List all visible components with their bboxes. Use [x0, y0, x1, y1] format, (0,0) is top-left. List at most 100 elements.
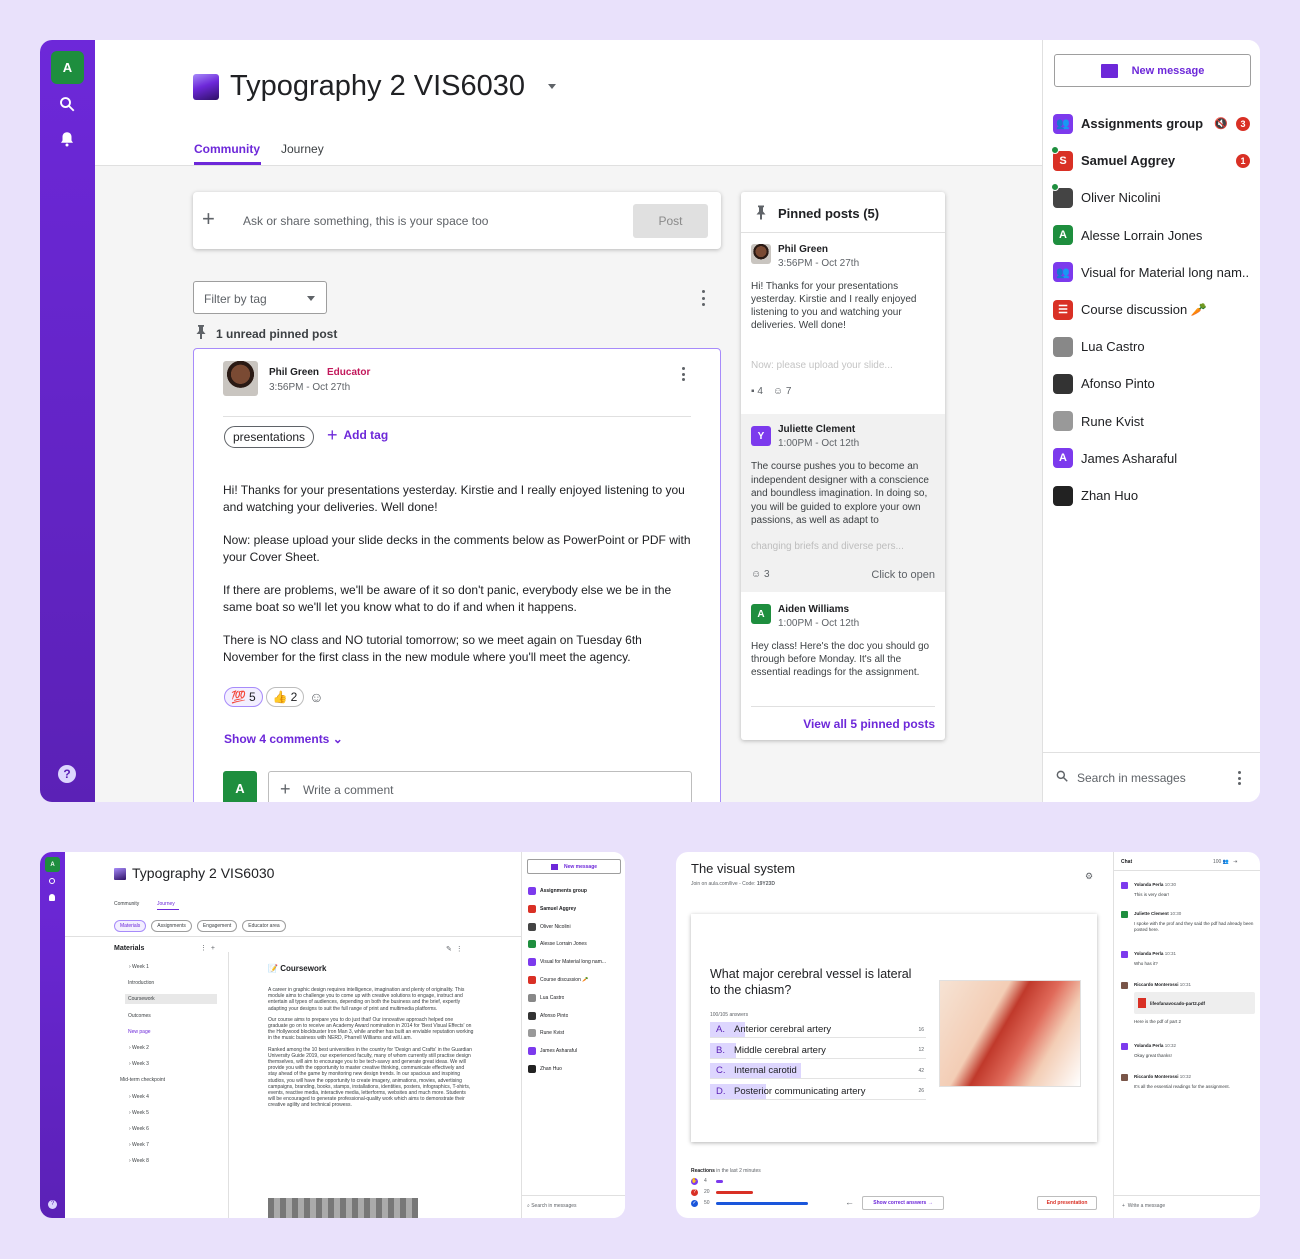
tree-item[interactable]: › Week 6 [126, 1124, 217, 1134]
tab-journey[interactable]: Journey [281, 142, 324, 156]
conversation-item[interactable]: Alesse Lorrain Jones [528, 936, 587, 952]
pinned-card[interactable]: Phil Green 3:56PM - Oct 27th Hi! Thanks … [741, 240, 945, 410]
pinned-card[interactable]: A Aiden Williams 1:00PM - Oct 12th Hey c… [741, 594, 945, 704]
plus-icon[interactable]: + [202, 208, 215, 230]
conversation-item[interactable]: 👥 Visual for Material long nam... [1053, 254, 1250, 291]
tab-community[interactable]: Community [114, 901, 139, 907]
pinned-stats: ▪ 4 ☺ 7 [751, 386, 791, 397]
chat-author-name: Yolanda Perla [1134, 951, 1164, 956]
tree-item[interactable]: › Week 4 [126, 1092, 217, 1102]
tree-item[interactable]: › Week 3 [126, 1059, 217, 1069]
conversation-item[interactable]: James Asharaful [528, 1043, 577, 1059]
tree-item[interactable]: › Week 1 [126, 962, 217, 972]
tree-item[interactable]: › Week 7 [126, 1140, 217, 1150]
chat-input[interactable]: + Write a message [1122, 1203, 1165, 1209]
conversation-item[interactable]: 👥 Assignments group 🔇 3 [1053, 105, 1250, 142]
feed-more-icon[interactable] [702, 290, 706, 306]
help-icon[interactable]: ? [48, 1200, 57, 1209]
view-all-pinned-link[interactable]: View all 5 pinned posts [803, 717, 935, 731]
chip-materials[interactable]: Materials [114, 920, 147, 932]
search-icon[interactable] [49, 878, 55, 884]
tree-item[interactable]: Coursework [125, 994, 217, 1005]
reaction-100[interactable]: 💯 5 [224, 687, 263, 707]
post-button[interactable]: Post [633, 204, 708, 238]
chip-assignments[interactable]: Assignments [151, 920, 192, 932]
add-tag-button[interactable]: + Add tag [327, 426, 388, 444]
chat-file[interactable]: lifeofanavocado-part2.pdf [1134, 992, 1255, 1014]
conversation-item[interactable]: Lua Castro [528, 990, 564, 1006]
tag-chip[interactable]: presentations [224, 426, 315, 448]
post-more-icon[interactable] [682, 367, 686, 381]
conversation-item[interactable]: Assignments group [528, 883, 587, 899]
chat-time: 10:32 [1178, 1074, 1192, 1079]
conversation-item[interactable]: Rune Kvist [1053, 403, 1250, 440]
search-icon[interactable] [57, 94, 77, 114]
chip-educator-area[interactable]: Educator area [242, 920, 286, 932]
end-presentation-button[interactable]: End presentation [1037, 1196, 1097, 1210]
conversation-item[interactable]: Oliver Nicolini [1051, 179, 1250, 216]
user-avatar[interactable]: A [45, 857, 60, 872]
pinned-card-hover[interactable]: Y Juliette Clement 1:00PM - Oct 12th The… [741, 414, 945, 592]
conversation-item[interactable]: S Samuel Aggrey 1 [1051, 142, 1250, 179]
show-comments-link[interactable]: Show 4 comments ⌄ [224, 732, 343, 746]
conversation-item[interactable]: Samuel Aggrey [528, 901, 576, 917]
tree-item[interactable]: Outcomes [125, 1011, 217, 1021]
show-correct-button[interactable]: Show correct answers → [862, 1196, 944, 1210]
materials-actions[interactable]: ⋮ + [200, 944, 215, 952]
conversation-item[interactable]: Zhan Huo [1053, 477, 1250, 514]
settings-icon[interactable]: ⚙ [1085, 871, 1093, 882]
click-to-open[interactable]: Click to open [871, 569, 935, 581]
conversation-item[interactable]: A Alesse Lorrain Jones [1053, 217, 1250, 254]
tree-item[interactable]: Mid-term checkpoint [117, 1075, 217, 1085]
composer-placeholder[interactable]: Ask or share something, this is your spa… [243, 214, 488, 228]
course-dropdown-icon[interactable] [548, 84, 556, 89]
conversation-item[interactable]: Visual for Material long nam... [528, 954, 606, 970]
tree-item[interactable]: Introduction [125, 978, 217, 988]
conversation-item[interactable]: Zhan Huo [528, 1061, 562, 1077]
bell-icon[interactable] [49, 894, 55, 901]
tree-item[interactable]: New page [125, 1027, 217, 1037]
filter-by-tag-select[interactable]: Filter by tag [193, 281, 327, 314]
conversation-item[interactable]: Afonso Pinto [1053, 365, 1250, 402]
tab-community[interactable]: Community [194, 142, 260, 156]
back-arrow-icon[interactable]: ← [845, 1197, 854, 1207]
contact-avatar [528, 1011, 536, 1020]
tree-item[interactable]: › Week 8 [126, 1156, 217, 1166]
chat-time: 10:30 [1163, 882, 1176, 887]
bell-icon[interactable] [57, 129, 77, 149]
tab-journey[interactable]: Journey [157, 901, 175, 907]
conversation-item[interactable]: ☰ Course discussion 🥕 [1053, 291, 1250, 328]
answer-option[interactable]: B. Middle cerebral artery 12 [710, 1042, 926, 1059]
answer-option[interactable]: D. Posterior communicating artery 26 [710, 1083, 926, 1100]
chip-engagement[interactable]: Engagement [196, 920, 238, 932]
answer-option[interactable]: C. Internal carotid 42 [710, 1063, 926, 1079]
conversation-item[interactable]: Rune Kvist [528, 1025, 564, 1041]
answer-option[interactable]: A. Anterior cerebral artery 16 [710, 1022, 926, 1038]
post-body: Hi! Thanks for your presentations yester… [223, 482, 693, 666]
add-reaction-icon[interactable]: ☺ [309, 689, 323, 705]
conversation-item[interactable]: Oliver Nicolini [528, 919, 571, 935]
search-messages-input[interactable]: ⌕ Search in messages [527, 1203, 577, 1209]
messages-more-icon[interactable] [1238, 771, 1242, 785]
pinned-author: Phil Green [778, 244, 829, 255]
author-avatar [751, 244, 771, 264]
user-avatar[interactable]: A [51, 51, 84, 84]
conversation-item[interactable]: Course discussion 🥕 [528, 972, 588, 988]
answer-letter: C. [716, 1065, 726, 1076]
new-message-button[interactable]: New message [527, 859, 621, 874]
reaction-thumbs-up[interactable]: 👍 2 [265, 687, 305, 707]
conversation-item[interactable]: Lua Castro [1053, 328, 1250, 365]
new-message-button[interactable]: New message [1054, 54, 1251, 87]
conversation-name: James Asharaful [540, 1048, 577, 1055]
edit-icon[interactable]: ✎ ⋮ [446, 945, 463, 953]
conversation-item[interactable]: Afonso Pinto [528, 1008, 568, 1024]
help-icon[interactable]: ? [58, 765, 76, 783]
conversation-item[interactable]: A James Asharaful [1053, 440, 1250, 477]
comment-input[interactable]: + Write a comment [268, 771, 692, 802]
search-messages-input[interactable]: Search in messages [1077, 771, 1186, 785]
tree-item[interactable]: › Week 5 [126, 1108, 217, 1118]
tree-item[interactable]: › Week 2 [126, 1043, 217, 1053]
main-window: A ? Typography 2 VIS6030 Community Journ… [40, 40, 1260, 802]
post-composer[interactable]: + Ask or share something, this is your s… [193, 192, 721, 249]
conversation-name: Assignments group [1081, 116, 1204, 131]
